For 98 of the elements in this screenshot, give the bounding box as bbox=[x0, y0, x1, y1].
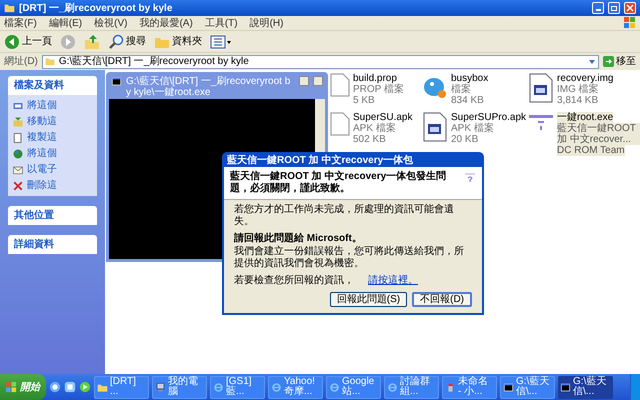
taskbar-button[interactable]: [GS1] 藍... bbox=[210, 376, 265, 398]
folders-button[interactable]: 資料夾 bbox=[154, 34, 202, 50]
file-icon bbox=[422, 112, 448, 142]
browser-icon bbox=[271, 382, 282, 392]
views-icon bbox=[210, 34, 232, 50]
window-title: [DRT] 一_刷recoveryroot by kyle bbox=[19, 2, 174, 16]
task-link[interactable]: 將這個 bbox=[12, 98, 93, 113]
address-field[interactable]: G:\藍天信\[DRT] 一_刷recoveryroot by kyle bbox=[42, 54, 599, 68]
task-panel-header[interactable]: 其他位置 bbox=[8, 206, 97, 225]
media-player-icon[interactable] bbox=[64, 381, 76, 393]
file-size: 502 KB bbox=[353, 134, 386, 145]
dialog-title: 藍天信一鍵ROOT 加 中文recovery一体包 bbox=[226, 154, 414, 167]
folder-up-icon bbox=[84, 34, 100, 50]
file-type: 檔案 bbox=[451, 84, 471, 95]
views-button[interactable] bbox=[210, 34, 232, 50]
menu-item[interactable]: 編輯(E) bbox=[48, 16, 82, 30]
menu-item[interactable]: 工具(T) bbox=[204, 16, 238, 30]
file-name[interactable]: build.prop bbox=[353, 73, 397, 84]
browser-icon bbox=[329, 382, 340, 392]
program-icon bbox=[528, 112, 554, 132]
globe-icon bbox=[12, 148, 24, 160]
taskbar-button[interactable]: G:\藍天信\... bbox=[558, 376, 613, 398]
warning-text: 若您方才的工作尚未完成，所處理的資訊可能會遺失。 bbox=[234, 204, 455, 228]
file-name[interactable]: recovery.img bbox=[557, 73, 614, 84]
windows-logo-icon bbox=[6, 382, 17, 392]
menu-item[interactable]: 檢視(V) bbox=[94, 16, 128, 30]
file-name[interactable]: busybox bbox=[451, 73, 488, 84]
task-link[interactable]: 刪除這 bbox=[12, 178, 93, 193]
delete-icon bbox=[12, 180, 24, 192]
computer-icon bbox=[155, 382, 166, 392]
task-link[interactable]: 將這個 bbox=[12, 146, 93, 161]
dropdown-arrow-icon[interactable] bbox=[588, 58, 596, 66]
taskbar-button[interactable]: Yahoo!奇摩... bbox=[268, 376, 323, 398]
minimize-button[interactable] bbox=[299, 76, 309, 86]
music-player-icon[interactable] bbox=[79, 381, 91, 393]
taskbar-button[interactable]: [DRT] ... bbox=[94, 376, 149, 398]
restore-button[interactable] bbox=[608, 2, 620, 14]
file-icon bbox=[528, 73, 554, 103]
dialog-button[interactable]: 不回報(D) bbox=[412, 292, 472, 307]
taskbar-button[interactable]: 我的電腦 bbox=[152, 376, 207, 398]
file-type: APK 檔案 bbox=[451, 123, 494, 134]
file-size: 20 KB bbox=[451, 134, 478, 145]
task-panel-header[interactable]: 詳細資料 bbox=[8, 235, 97, 254]
report-title: 請回報此問題給 Microsoft。 bbox=[234, 233, 363, 245]
browser-icon bbox=[387, 382, 398, 392]
file-size: 3,814 KB bbox=[557, 95, 598, 106]
menu-item[interactable]: 說明(H) bbox=[250, 16, 284, 30]
up-button[interactable] bbox=[84, 34, 100, 50]
report-text: 我們會建立一份錯誤報告，您可將此傳送給我們，所提供的資訊我們會視為機密。 bbox=[234, 246, 465, 270]
file-size: 5 KB bbox=[353, 95, 375, 106]
address-label: 網址(D) bbox=[4, 54, 38, 69]
file-name[interactable]: SuperSU.apk bbox=[353, 112, 412, 123]
console-icon bbox=[111, 76, 122, 87]
help-icon bbox=[464, 171, 476, 185]
envelope-icon bbox=[12, 164, 24, 176]
close-button[interactable] bbox=[624, 2, 636, 14]
folder-icon bbox=[44, 57, 55, 66]
windows-logo-icon bbox=[624, 17, 636, 29]
start-button[interactable]: 開始 bbox=[0, 374, 46, 400]
taskbar-button[interactable]: 討論群組... bbox=[384, 376, 439, 398]
menu-item[interactable]: 我的最愛(A) bbox=[139, 16, 193, 30]
file-type: PROP 檔案 bbox=[353, 84, 404, 95]
document-icon bbox=[330, 73, 350, 97]
page-icon bbox=[12, 132, 24, 144]
dialog-button[interactable]: 回報此問題(S) bbox=[330, 292, 408, 307]
taskbar-button[interactable]: G:\藍天信\... bbox=[500, 376, 555, 398]
task-link[interactable]: 移動這 bbox=[12, 114, 93, 129]
back-button[interactable]: 上一頁 bbox=[4, 34, 52, 50]
search-icon bbox=[108, 34, 124, 50]
browser-icon[interactable] bbox=[49, 381, 61, 393]
console-icon bbox=[560, 382, 571, 392]
file-size: 834 KB bbox=[451, 95, 484, 106]
task-panel-header[interactable]: 檔案及資料 bbox=[8, 76, 97, 95]
details-link[interactable]: 請按這裡。 bbox=[368, 275, 418, 287]
taskbar-button[interactable]: 未命名 - 小... bbox=[442, 376, 497, 398]
folder-icon bbox=[4, 3, 15, 13]
file-type: APK 檔案 bbox=[353, 123, 396, 134]
error-heading: 藍天信一鍵ROOT 加 中文recovery一体包發生問題，必須關閉，謹此致歉。 bbox=[230, 171, 448, 195]
file-name[interactable]: SuperSUPro.apk bbox=[451, 112, 526, 123]
file-size: DC ROM Team bbox=[557, 145, 625, 156]
window-title: G:\藍天信\[DRT] 一_刷recoveryroot by kyle\一鍵root.exe bbox=[126, 76, 292, 98]
details-text: 若要檢查您所回報的資訊， bbox=[234, 275, 354, 287]
menu-item[interactable]: 檔案(F) bbox=[4, 16, 37, 30]
console-icon bbox=[503, 382, 514, 392]
file-type: IMG 檔案 bbox=[557, 84, 599, 95]
browser-icon bbox=[213, 382, 224, 392]
search-button[interactable]: 搜尋 bbox=[108, 34, 146, 50]
task-link[interactable]: 以電子 bbox=[12, 162, 93, 177]
task-link[interactable]: 複製這 bbox=[12, 130, 93, 145]
file-type: 藍天信一鍵ROOT 加 中文recover... bbox=[557, 123, 640, 145]
system-tray bbox=[630, 374, 640, 400]
go-arrow-icon bbox=[603, 56, 614, 67]
taskbar-button[interactable]: Google 站... bbox=[326, 376, 381, 398]
maximize-button[interactable] bbox=[313, 76, 323, 86]
go-button[interactable]: 移至 bbox=[603, 54, 636, 69]
folder-icon bbox=[12, 116, 24, 128]
file-name[interactable]: 一鍵root.exe bbox=[557, 112, 614, 123]
document-icon bbox=[330, 112, 350, 136]
